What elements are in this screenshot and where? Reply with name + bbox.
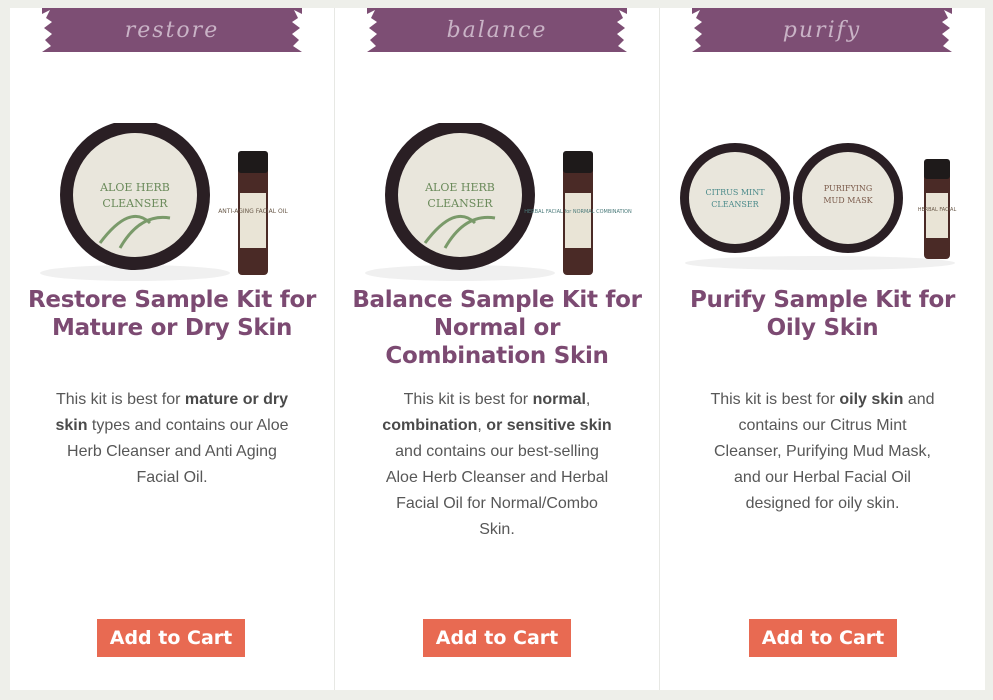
product-description: This kit is best for mature or dry skin …: [55, 391, 289, 486]
svg-text:HERBAL FACIAL for NORMAL COMBI: HERBAL FACIAL for NORMAL COMBINATION: [524, 209, 632, 215]
svg-text:ANTI-AGING FACIAL OIL: ANTI-AGING FACIAL OIL: [218, 208, 288, 215]
product-description: This kit is best for oily skin and conta…: [710, 391, 935, 512]
add-to-cart-button[interactable]: Add to Cart: [97, 619, 245, 657]
svg-text:PURIFYING: PURIFYING: [824, 184, 873, 193]
product-image: ALOE HERB CLEANSER ANTI-AGING FACIAL OIL: [40, 123, 288, 281]
product-image: ALOE HERB CLEANSER HERBAL FACIAL for NOR…: [365, 123, 632, 281]
svg-text:MUD MASK: MUD MASK: [823, 196, 873, 205]
svg-text:CITRUS MINT: CITRUS MINT: [705, 188, 765, 197]
product-title: Purify Sample Kit for Oily Skin: [689, 287, 956, 341]
banner-label: purify: [782, 18, 862, 43]
banner-label: balance: [446, 18, 548, 43]
product-card-balance: balance ALOE HERB CLEANSER HERBAL FACIAL…: [335, 8, 660, 690]
product-description: This kit is best for normal, combination…: [382, 391, 612, 538]
add-to-cart-button[interactable]: Add to Cart: [749, 619, 897, 657]
category-banner: balance: [367, 8, 627, 52]
product-title: Balance Sample Kit for Normal or Combina…: [352, 287, 642, 369]
svg-text:CLEANSER: CLEANSER: [102, 197, 168, 210]
svg-text:CLEANSER: CLEANSER: [427, 197, 493, 210]
category-banner: purify: [692, 8, 952, 52]
product-grid: restore ALOE HERB CLEANSER ANTI-AGING FA…: [10, 8, 985, 690]
product-card-restore: restore ALOE HERB CLEANSER ANTI-AGING FA…: [10, 8, 335, 690]
svg-text:ALOE HERB: ALOE HERB: [99, 181, 170, 194]
product-card-purify: purify CITRUS MINT CLEANSER PURIFYING MU…: [660, 8, 985, 690]
add-to-cart-button[interactable]: Add to Cart: [423, 619, 571, 657]
svg-text:HERBAL FACIAL: HERBAL FACIAL: [918, 207, 957, 213]
product-title: Restore Sample Kit for Mature or Dry Ski…: [27, 287, 316, 341]
svg-text:CLEANSER: CLEANSER: [711, 200, 759, 209]
product-image: CITRUS MINT CLEANSER PURIFYING MUD MASK …: [680, 143, 957, 270]
category-banner: restore: [42, 8, 302, 52]
svg-text:ALOE HERB: ALOE HERB: [424, 181, 495, 194]
banner-label: restore: [124, 18, 220, 43]
